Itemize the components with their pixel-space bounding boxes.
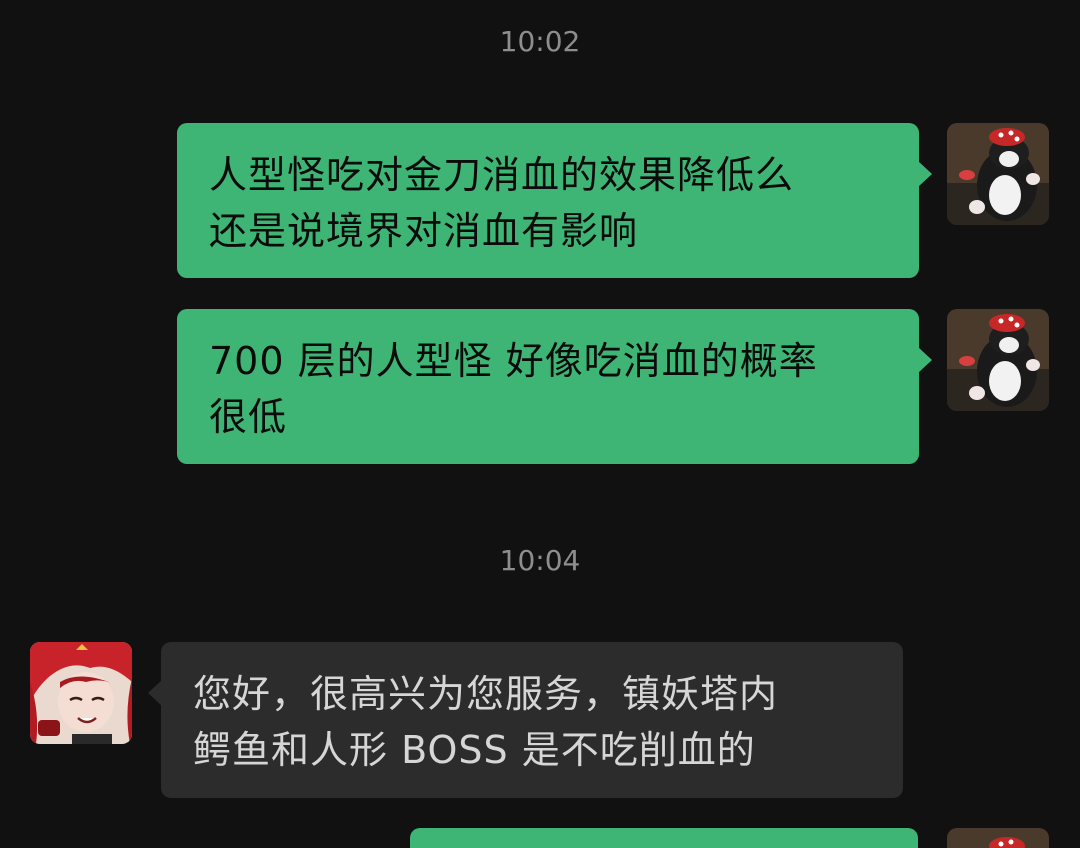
message-text-line: 人型怪吃对金刀消血的效果降低么 — [209, 153, 795, 197]
outgoing-message-bubble[interactable]: 人型怪吃对金刀消血的效果降低么 还是说境界对消血有影响 — [177, 123, 932, 278]
cat-avatar-icon[interactable] — [947, 123, 1049, 225]
timestamp: 10:02 — [499, 25, 581, 58]
message-text-line: 还是说境界对消血有影响 — [209, 209, 639, 253]
outgoing-message-bubble[interactable] — [410, 828, 918, 848]
cat-avatar-icon[interactable] — [947, 309, 1049, 411]
incoming-message-bubble[interactable]: 您好，很高兴为您服务，镇妖塔内 鳄鱼和人形 BOSS 是不吃削血的 — [148, 642, 903, 798]
message-text-line: 鳄鱼和人形 BOSS 是不吃削血的 — [193, 728, 756, 772]
message-text-line: 700 层的人型怪 好像吃消血的概率 — [209, 339, 818, 383]
outgoing-message-bubble[interactable]: 700 层的人型怪 好像吃消血的概率 很低 — [177, 309, 932, 464]
anime-character-avatar-icon[interactable] — [30, 642, 132, 744]
cat-avatar-icon[interactable] — [947, 828, 1049, 848]
timestamp: 10:04 — [499, 544, 581, 577]
message-text-line: 很低 — [209, 395, 288, 439]
message-text-line: 您好，很高兴为您服务，镇妖塔内 — [193, 672, 779, 716]
